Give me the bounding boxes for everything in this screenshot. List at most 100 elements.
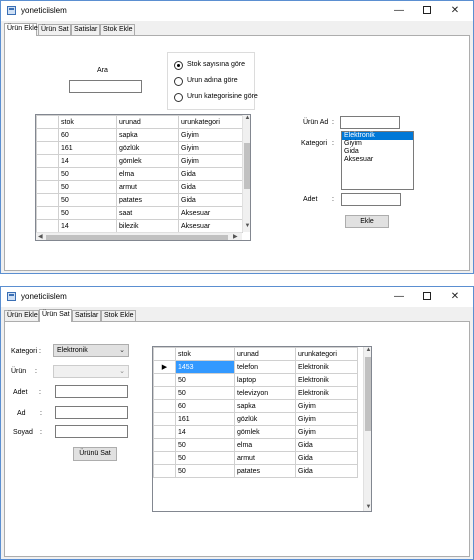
scroll-thumb[interactable] (244, 143, 250, 189)
row-header[interactable] (36, 154, 59, 168)
table-cell[interactable]: 161 (58, 141, 117, 155)
scroll-right-icon[interactable]: ▶ (233, 233, 238, 240)
table-cell[interactable]: 50 (58, 206, 117, 220)
row-header[interactable] (36, 167, 59, 181)
table-cell[interactable]: gözlük (234, 412, 296, 426)
column-header-urunad[interactable]: urunad (116, 115, 179, 129)
table-cell[interactable]: saat (116, 206, 179, 220)
scroll-thumb[interactable] (365, 357, 371, 431)
product-combobox[interactable]: ⌄ (53, 365, 129, 378)
table-cell[interactable]: 50 (175, 464, 235, 478)
table-row[interactable]: ▶ 1453 telefon Elektronik (153, 360, 358, 374)
quantity-input[interactable] (55, 385, 128, 398)
row-header[interactable] (153, 438, 176, 452)
table-cell[interactable]: patates (234, 464, 296, 478)
row-header[interactable] (36, 180, 59, 194)
table-cell[interactable]: Gida (295, 451, 358, 465)
row-header[interactable] (153, 412, 176, 426)
table-cell[interactable]: gömlek (234, 425, 296, 439)
table-cell[interactable]: Gida (178, 180, 243, 194)
minimize-icon[interactable]: — (385, 3, 413, 19)
products-grid[interactable]: stok urunad urunkategori ▶ 1453 telefon Ele… (152, 346, 372, 512)
table-row[interactable]: 50 armut Gida (153, 451, 358, 465)
table-cell[interactable]: patates (116, 193, 179, 207)
category-combobox[interactable]: Elektronik ⌄ (53, 344, 129, 357)
category-list-item[interactable]: Aksesuar (342, 156, 413, 164)
add-button[interactable]: Ekle (345, 215, 389, 228)
table-cell[interactable]: Gida (295, 438, 358, 452)
scroll-down-icon[interactable]: ▼ (364, 504, 371, 510)
surname-input[interactable] (55, 425, 128, 438)
table-row[interactable]: 50 saat Aksesuar (36, 206, 243, 220)
row-header[interactable] (153, 373, 176, 387)
quantity-input[interactable] (341, 193, 401, 206)
scroll-up-icon[interactable]: ▲ (243, 115, 250, 121)
product-name-input[interactable] (340, 116, 400, 129)
table-cell[interactable]: Giyim (295, 412, 358, 426)
column-header-stok[interactable]: stok (58, 115, 117, 129)
table-cell[interactable]: 161 (175, 412, 235, 426)
row-header[interactable] (36, 141, 59, 155)
table-row[interactable]: 50 elma Gida (153, 438, 358, 452)
table-cell[interactable]: Aksesuar (178, 219, 243, 233)
table-cell[interactable]: Giyim (178, 128, 243, 142)
table-cell[interactable]: 50 (175, 438, 235, 452)
table-cell[interactable]: Aksesuar (178, 206, 243, 220)
table-cell[interactable]: 50 (175, 451, 235, 465)
maximize-icon[interactable] (413, 3, 441, 19)
tab-stok-ekle[interactable]: Stok Ekle (101, 310, 136, 321)
table-cell[interactable]: gömlek (116, 154, 179, 168)
table-row[interactable]: 50 armut Gida (36, 180, 243, 194)
table-row[interactable]: 14 gömlek Giyim (36, 154, 243, 168)
close-icon[interactable]: ✕ (441, 289, 469, 305)
table-row[interactable]: 50 patates Gida (153, 464, 358, 478)
name-input[interactable] (55, 406, 128, 419)
category-list-item[interactable]: Giyim (342, 140, 413, 148)
products-grid[interactable]: stok urunad urunkategori 60 sapka Giyim 161… (35, 114, 251, 241)
column-header-urunkategori[interactable]: urunkategori (178, 115, 243, 129)
table-cell[interactable]: Giyim (178, 154, 243, 168)
grid-horizontal-scrollbar[interactable]: ◀ ▶ (36, 232, 242, 240)
table-cell[interactable]: 50 (175, 386, 235, 400)
row-header[interactable] (36, 206, 59, 220)
table-cell[interactable]: laptop (234, 373, 296, 387)
tab-satislar[interactable]: Satislar (71, 24, 100, 35)
title-bar[interactable]: yoneticiislem — ✕ (1, 287, 473, 307)
category-list-item[interactable]: Gida (342, 148, 413, 156)
table-cell[interactable]: armut (116, 180, 179, 194)
scroll-left-icon[interactable]: ◀ (38, 233, 43, 240)
tab-urun-sat[interactable]: Ürün Sat (39, 309, 72, 322)
table-row[interactable]: 60 sapka Giyim (153, 399, 358, 413)
category-list-item[interactable]: Elektronik (342, 132, 413, 140)
table-cell[interactable]: Giyim (178, 141, 243, 155)
row-header[interactable] (153, 464, 176, 478)
tab-urun-ekle[interactable]: Ürün Ekle (4, 23, 38, 36)
table-row[interactable]: 50 elma Gida (36, 167, 243, 181)
category-listbox[interactable]: Elektronik Giyim Gida Aksesuar (341, 131, 414, 190)
table-cell[interactable]: elma (234, 438, 296, 452)
table-cell[interactable]: sapka (116, 128, 179, 142)
table-cell[interactable]: Gida (178, 193, 243, 207)
tab-satislar[interactable]: Satislar (72, 310, 101, 321)
table-cell[interactable]: 1453 (175, 360, 235, 374)
scroll-up-icon[interactable]: ▲ (364, 347, 371, 353)
row-header[interactable] (153, 399, 176, 413)
table-cell[interactable]: 14 (58, 154, 117, 168)
row-header[interactable] (153, 386, 176, 400)
table-cell[interactable]: televizyon (234, 386, 296, 400)
tab-urun-sat[interactable]: Ürün Sat (38, 24, 71, 35)
title-bar[interactable]: yoneticiislem — ✕ (1, 1, 473, 21)
tab-urun-ekle[interactable]: Ürün Ekle (4, 310, 39, 321)
row-header[interactable] (36, 219, 59, 233)
table-cell[interactable]: Elektronik (295, 386, 358, 400)
search-input[interactable] (69, 80, 142, 93)
table-cell[interactable]: 14 (58, 219, 117, 233)
table-row[interactable]: 161 gözlük Giyim (153, 412, 358, 426)
row-header[interactable] (153, 451, 176, 465)
column-header-stok[interactable]: stok (175, 347, 235, 361)
row-header[interactable]: ▶ (153, 360, 176, 374)
close-icon[interactable]: ✕ (441, 3, 469, 19)
table-cell[interactable]: bilezik (116, 219, 179, 233)
table-cell[interactable]: sapka (234, 399, 296, 413)
table-cell[interactable]: Gida (295, 464, 358, 478)
